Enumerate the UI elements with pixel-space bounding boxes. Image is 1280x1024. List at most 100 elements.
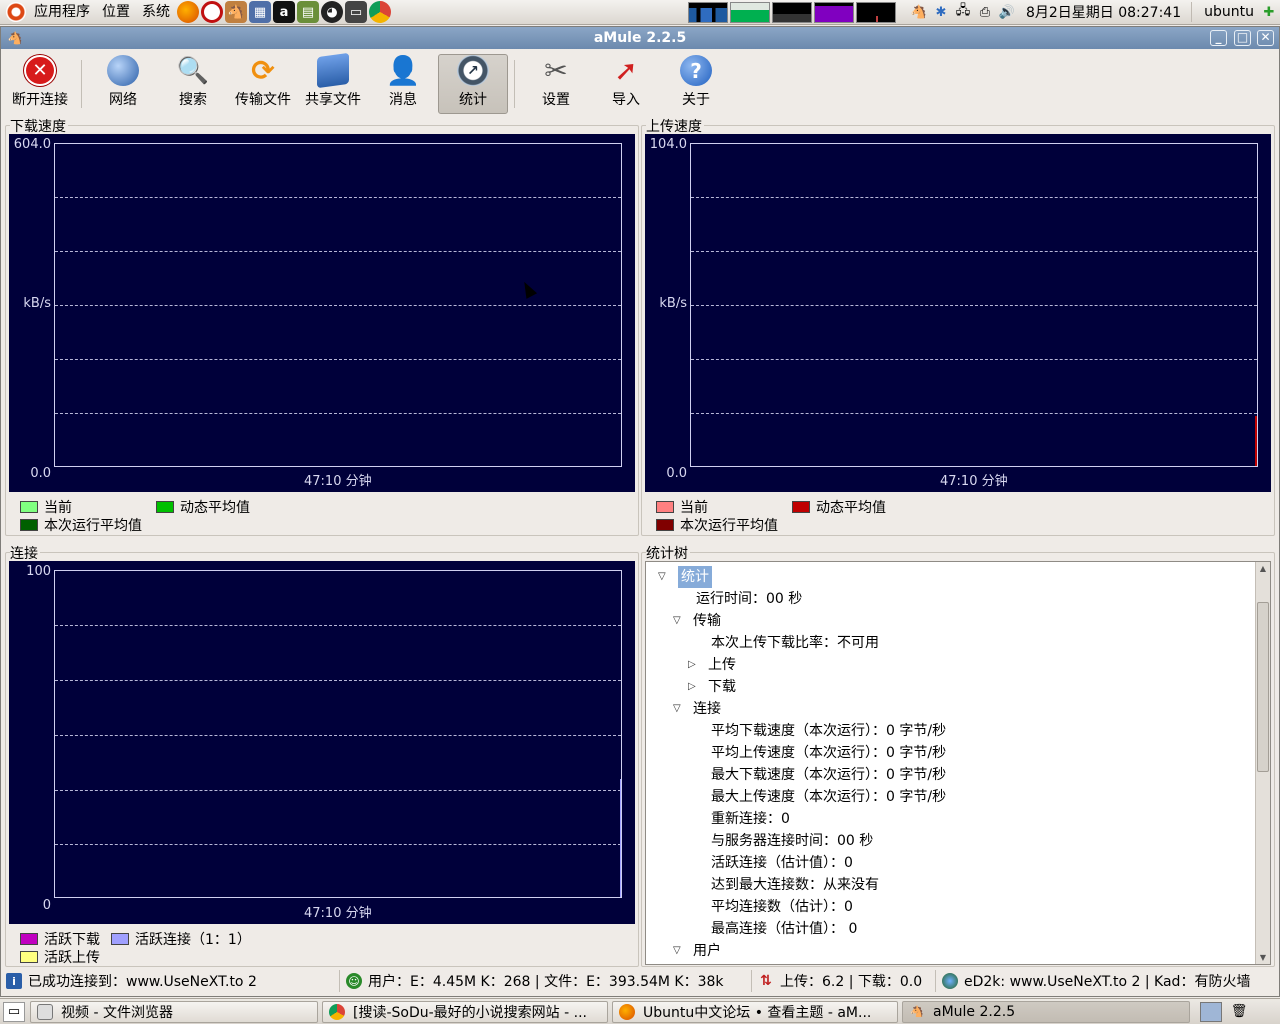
expander-closed-icon[interactable]: ▷ [688,676,700,698]
download-y-min: 0.0 [30,466,51,481]
terminal-icon[interactable]: ▭ [345,1,367,23]
maximize-button[interactable]: □ [1234,30,1251,46]
tree-row-label: 运行时间：00 秒 [696,591,803,607]
legend-current: 当前 [20,497,72,517]
legend-session-average: 本次运行平均值 [20,515,142,535]
scroll-thumb[interactable] [1257,602,1269,772]
main-toolbar: ✕ 断开连接 网络 🔍 搜索 ⟳ 传输文件 共享文件 👤 消息 ↗ 统计 ✂ 设… [1,50,1279,118]
trash-icon[interactable]: 🗑 [1229,1002,1249,1022]
printer-icon[interactable]: ⎙ [975,2,995,22]
minimize-button[interactable]: _ [1210,30,1227,46]
menu-applications[interactable]: 应用程序 [28,0,96,25]
chrome-icon[interactable] [369,1,391,23]
magnifier-icon: 🔍 [176,55,210,86]
status-users-files: ☺ 用户：E：4.45M K：268 | 文件：E：393.54M K：38k [340,970,752,992]
menu-places[interactable]: 位置 [96,0,136,25]
download-x-label: 47:10 分钟 [304,474,372,489]
system-tray: 🐴 ✱ 🖧 ⎙ 🔊 8月2日星期日 08:27:41 ubuntu ✚ [908,2,1280,22]
task-chrome[interactable]: [搜读-SoDu-最好的小说搜索网站 - ... [322,1000,608,1023]
task-amule[interactable]: 🐴 aMule 2.2.5 [902,1000,1190,1023]
opera-icon[interactable] [201,1,223,23]
amule-tray-icon[interactable]: 🐴 [909,2,929,22]
globe-icon [107,55,139,86]
tree-row-label: 用户 [693,943,721,959]
globe-status-icon [942,973,958,989]
top-panel: 应用程序 位置 系统 🐴 ▦ a ▤ ◕ ▭ 🐴 ✱ 🖧 ⎙ 🔊 8月2日星期日… [0,0,1280,25]
show-desktop-icon[interactable]: ▭ [3,1001,25,1022]
qq-icon[interactable]: ◕ [321,1,343,23]
import-button[interactable]: ➚ 导入 [591,54,661,114]
connections-plot-area [54,570,622,898]
workspace-switcher-icon[interactable] [1200,1001,1222,1022]
network-monitor [771,1,812,23]
upload-spike [1255,416,1257,466]
status-speed: ⇅ 上传：6.2 | 下载：0.0 [752,970,936,992]
import-icon: ➚ [614,53,638,87]
messages-button[interactable]: 👤 消息 [368,54,438,114]
expander-open-icon[interactable]: ▽ [658,566,670,588]
upload-plot-area [690,143,1258,467]
window-titlebar[interactable]: 🐴 aMule 2.2.5 _ □ ✕ [1,27,1279,49]
tree-row-label: 平均上传速度（本次运行）：0 字节/秒 [711,745,947,761]
menu-system[interactable]: 系统 [136,0,176,25]
download-plot-area [54,143,622,467]
network-button[interactable]: 网络 [88,54,158,114]
upload-y-max: 104.0 [649,137,687,152]
tree-scrollbar[interactable]: ▲ ▼ [1255,562,1270,964]
amule-icon[interactable]: 🐴 [225,1,247,23]
tree-row-label: 连接 [693,701,721,717]
download-speed-graph: 604.0 kB/s 0.0 47:10 分钟 [9,134,635,492]
tree-row-label: 本次上传下载比率：不可用 [711,635,879,651]
upload-y-min: 0.0 [666,466,687,481]
firefox-icon[interactable] [177,1,199,23]
stats-tree[interactable]: ▽ 统计 运行时间：00 秒 ▽ 传输 本次上传下载比率：不可用 ▷ 上传 ▷ 下载 ▽ 连接 平均下载… [645,561,1271,965]
tree-row-label: 重新连接：0 [711,811,790,827]
ubuntu-logo-icon[interactable] [6,2,26,22]
books-icon[interactable]: ▤ [297,1,319,23]
volume-icon[interactable]: 🔊 [997,2,1017,22]
task-file-browser[interactable]: 视频 - 文件浏览器 [30,1000,318,1023]
user-switcher[interactable]: ubuntu [1192,4,1258,20]
scroll-down-icon[interactable]: ▼ [1256,951,1270,964]
scroll-up-icon[interactable]: ▲ [1256,562,1270,576]
statistics-button[interactable]: ↗ 统计 [438,54,508,114]
user-status-icon[interactable]: ✚ [1259,2,1279,22]
swap-monitor [813,1,854,23]
connections-graph: 100 0 47:10 分钟 [9,561,635,924]
shared-files-button[interactable]: 共享文件 [298,52,368,114]
amule-app-icon[interactable]: 🐴 [7,30,23,46]
memory-monitor [729,1,770,23]
legend-session-average: 本次运行平均值 [656,515,778,535]
transfer-arrows-icon: ⟳ [251,53,275,87]
connections-y-max: 100 [26,564,51,579]
tools-icon: ✂ [544,53,568,87]
transfers-button[interactable]: ⟳ 传输文件 [228,54,298,114]
task-firefox[interactable]: Ubuntu中文论坛 • 查看主题 - aM... [612,1000,898,1023]
search-button[interactable]: 🔍 搜索 [158,54,228,114]
load-monitor [855,1,896,23]
screenshot-icon[interactable]: ▦ [249,1,271,23]
system-monitors[interactable] [687,1,898,23]
gauge-icon: ↗ [457,55,489,86]
about-button[interactable]: ? 关于 [661,54,731,114]
expander-closed-icon[interactable]: ▷ [688,654,700,676]
disconnect-button[interactable]: ✕ 断开连接 [5,54,75,114]
network-icon[interactable]: 🖧 [953,2,973,22]
clock[interactable]: 8月2日星期日 08:27:41 [1026,2,1193,22]
main-menu: 应用程序 位置 系统 [0,0,176,25]
terminal-a-icon[interactable]: a [273,1,295,23]
toolbar-separator [514,60,515,108]
connections-y-min: 0 [42,898,51,913]
legend-active-connections: 活跃连接（1：1） [111,929,251,949]
upload-speed-graph: 104.0 kB/s 0.0 47:10 分钟 [645,134,1271,492]
expander-open-icon[interactable]: ▽ [673,610,685,632]
expander-open-icon[interactable]: ▽ [673,698,685,720]
up-down-arrows-icon: ⇅ [760,973,772,989]
preferences-button[interactable]: ✂ 设置 [521,54,591,114]
close-button[interactable]: ✕ [1257,30,1274,46]
folder-icon [37,1003,53,1020]
bluetooth-icon[interactable]: ✱ [931,2,951,22]
upload-speed-title: 上传速度 [646,116,704,136]
expander-open-icon[interactable]: ▽ [673,940,685,962]
download-y-unit: kB/s [23,296,51,311]
